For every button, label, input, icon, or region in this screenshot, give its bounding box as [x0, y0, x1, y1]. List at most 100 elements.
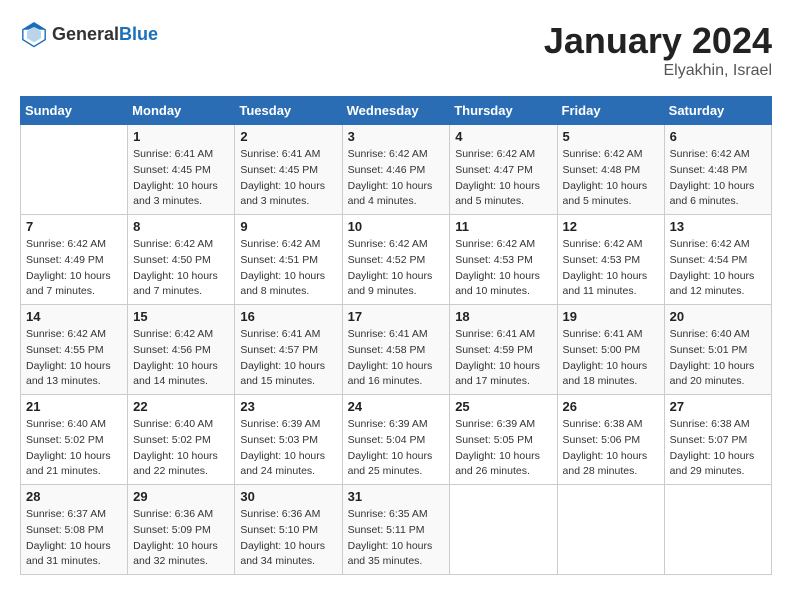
- day-number: 6: [670, 129, 766, 144]
- day-detail: Sunrise: 6:42 AMSunset: 4:56 PMDaylight:…: [133, 327, 229, 390]
- logo: GeneralBlue: [20, 20, 158, 48]
- calendar-cell: 30 Sunrise: 6:36 AMSunset: 5:10 PMDayligh…: [235, 485, 342, 575]
- weekday-header: Saturday: [664, 97, 771, 125]
- day-number: 1: [133, 129, 229, 144]
- day-number: 16: [240, 309, 336, 324]
- calendar-cell: [664, 485, 771, 575]
- calendar-cell: 1 Sunrise: 6:41 AMSunset: 4:45 PMDaylight…: [128, 125, 235, 215]
- weekday-header: Friday: [557, 97, 664, 125]
- day-detail: Sunrise: 6:41 AMSunset: 4:57 PMDaylight:…: [240, 327, 336, 390]
- day-number: 14: [26, 309, 122, 324]
- day-detail: Sunrise: 6:40 AMSunset: 5:02 PMDaylight:…: [133, 417, 229, 480]
- calendar-cell: 26 Sunrise: 6:38 AMSunset: 5:06 PMDayligh…: [557, 395, 664, 485]
- day-number: 12: [563, 219, 659, 234]
- day-detail: Sunrise: 6:36 AMSunset: 5:09 PMDaylight:…: [133, 507, 229, 570]
- day-detail: Sunrise: 6:42 AMSunset: 4:50 PMDaylight:…: [133, 237, 229, 300]
- day-number: 19: [563, 309, 659, 324]
- calendar-week-row: 14 Sunrise: 6:42 AMSunset: 4:55 PMDayligh…: [21, 305, 772, 395]
- day-detail: Sunrise: 6:42 AMSunset: 4:46 PMDaylight:…: [348, 147, 445, 210]
- calendar-cell: 31 Sunrise: 6:35 AMSunset: 5:11 PMDayligh…: [342, 485, 450, 575]
- day-number: 24: [348, 399, 445, 414]
- day-detail: Sunrise: 6:42 AMSunset: 4:47 PMDaylight:…: [455, 147, 551, 210]
- day-detail: Sunrise: 6:42 AMSunset: 4:49 PMDaylight:…: [26, 237, 122, 300]
- day-number: 5: [563, 129, 659, 144]
- day-detail: Sunrise: 6:40 AMSunset: 5:01 PMDaylight:…: [670, 327, 766, 390]
- calendar-cell: 16 Sunrise: 6:41 AMSunset: 4:57 PMDayligh…: [235, 305, 342, 395]
- calendar-cell: 22 Sunrise: 6:40 AMSunset: 5:02 PMDayligh…: [128, 395, 235, 485]
- day-detail: Sunrise: 6:41 AMSunset: 4:58 PMDaylight:…: [348, 327, 445, 390]
- calendar-cell: 12 Sunrise: 6:42 AMSunset: 4:53 PMDayligh…: [557, 215, 664, 305]
- day-detail: Sunrise: 6:41 AMSunset: 5:00 PMDaylight:…: [563, 327, 659, 390]
- day-number: 8: [133, 219, 229, 234]
- day-detail: Sunrise: 6:38 AMSunset: 5:06 PMDaylight:…: [563, 417, 659, 480]
- calendar-week-row: 28 Sunrise: 6:37 AMSunset: 5:08 PMDayligh…: [21, 485, 772, 575]
- day-detail: Sunrise: 6:42 AMSunset: 4:55 PMDaylight:…: [26, 327, 122, 390]
- calendar-cell: [21, 125, 128, 215]
- day-number: 29: [133, 489, 229, 504]
- calendar-cell: 4Sunrise: 6:42 AMSunset: 4:47 PMDaylight…: [450, 125, 557, 215]
- calendar-cell: 11 Sunrise: 6:42 AMSunset: 4:53 PMDayligh…: [450, 215, 557, 305]
- calendar-cell: 25 Sunrise: 6:39 AMSunset: 5:05 PMDayligh…: [450, 395, 557, 485]
- day-number: 2: [240, 129, 336, 144]
- weekday-header: Tuesday: [235, 97, 342, 125]
- day-detail: Sunrise: 6:42 AMSunset: 4:52 PMDaylight:…: [348, 237, 445, 300]
- logo-general: General: [52, 24, 119, 44]
- logo-text: GeneralBlue: [52, 24, 158, 45]
- day-detail: Sunrise: 6:37 AMSunset: 5:08 PMDaylight:…: [26, 507, 122, 570]
- calendar-week-row: 7 Sunrise: 6:42 AMSunset: 4:49 PMDaylight…: [21, 215, 772, 305]
- weekday-header: Monday: [128, 97, 235, 125]
- day-number: 13: [670, 219, 766, 234]
- day-number: 21: [26, 399, 122, 414]
- calendar-table: SundayMondayTuesdayWednesdayThursdayFrid…: [20, 96, 772, 575]
- day-detail: Sunrise: 6:35 AMSunset: 5:11 PMDaylight:…: [348, 507, 445, 570]
- day-detail: Sunrise: 6:42 AMSunset: 4:48 PMDaylight:…: [670, 147, 766, 210]
- calendar-cell: 24 Sunrise: 6:39 AMSunset: 5:04 PMDayligh…: [342, 395, 450, 485]
- calendar-cell: 17 Sunrise: 6:41 AMSunset: 4:58 PMDayligh…: [342, 305, 450, 395]
- day-detail: Sunrise: 6:38 AMSunset: 5:07 PMDaylight:…: [670, 417, 766, 480]
- calendar-cell: 13Sunrise: 6:42 AMSunset: 4:54 PMDayligh…: [664, 215, 771, 305]
- day-detail: Sunrise: 6:42 AMSunset: 4:53 PMDaylight:…: [563, 237, 659, 300]
- day-number: 28: [26, 489, 122, 504]
- calendar-cell: 20Sunrise: 6:40 AMSunset: 5:01 PMDayligh…: [664, 305, 771, 395]
- day-number: 18: [455, 309, 551, 324]
- day-detail: Sunrise: 6:42 AMSunset: 4:51 PMDaylight:…: [240, 237, 336, 300]
- day-number: 22: [133, 399, 229, 414]
- calendar-cell: 5Sunrise: 6:42 AMSunset: 4:48 PMDaylight…: [557, 125, 664, 215]
- day-number: 26: [563, 399, 659, 414]
- page-header: GeneralBlue January 2024 Elyakhin, Israe…: [20, 20, 772, 80]
- calendar-cell: [450, 485, 557, 575]
- day-number: 10: [348, 219, 445, 234]
- calendar-cell: 9 Sunrise: 6:42 AMSunset: 4:51 PMDaylight…: [235, 215, 342, 305]
- day-number: 31: [348, 489, 445, 504]
- calendar-location: Elyakhin, Israel: [544, 62, 772, 80]
- calendar-cell: 23Sunrise: 6:39 AMSunset: 5:03 PMDayligh…: [235, 395, 342, 485]
- calendar-cell: 15 Sunrise: 6:42 AMSunset: 4:56 PMDayligh…: [128, 305, 235, 395]
- calendar-week-row: 21 Sunrise: 6:40 AMSunset: 5:02 PMDayligh…: [21, 395, 772, 485]
- day-number: 15: [133, 309, 229, 324]
- weekday-header-row: SundayMondayTuesdayWednesdayThursdayFrid…: [21, 97, 772, 125]
- day-detail: Sunrise: 6:39 AMSunset: 5:04 PMDaylight:…: [348, 417, 445, 480]
- day-detail: Sunrise: 6:42 AMSunset: 4:53 PMDaylight:…: [455, 237, 551, 300]
- day-detail: Sunrise: 6:41 AMSunset: 4:45 PMDaylight:…: [240, 147, 336, 210]
- day-detail: Sunrise: 6:36 AMSunset: 5:10 PMDaylight:…: [240, 507, 336, 570]
- day-number: 7: [26, 219, 122, 234]
- day-number: 17: [348, 309, 445, 324]
- day-number: 11: [455, 219, 551, 234]
- logo-blue: Blue: [119, 24, 158, 44]
- calendar-cell: [557, 485, 664, 575]
- weekday-header: Sunday: [21, 97, 128, 125]
- day-number: 30: [240, 489, 336, 504]
- calendar-cell: 27 Sunrise: 6:38 AMSunset: 5:07 PMDayligh…: [664, 395, 771, 485]
- day-number: 25: [455, 399, 551, 414]
- day-number: 9: [240, 219, 336, 234]
- title-block: January 2024 Elyakhin, Israel: [544, 20, 772, 80]
- day-number: 27: [670, 399, 766, 414]
- day-detail: Sunrise: 6:39 AMSunset: 5:05 PMDaylight:…: [455, 417, 551, 480]
- calendar-cell: 21Sunrise: 6:40 AMSunset: 5:02 PMDayligh…: [21, 395, 128, 485]
- day-detail: Sunrise: 6:41 AMSunset: 4:45 PMDaylight:…: [133, 147, 229, 210]
- calendar-cell: 29 Sunrise: 6:36 AMSunset: 5:09 PMDayligh…: [128, 485, 235, 575]
- day-detail: Sunrise: 6:39 AMSunset: 5:03 PMDaylight:…: [240, 417, 336, 480]
- calendar-week-row: 1 Sunrise: 6:41 AMSunset: 4:45 PMDaylight…: [21, 125, 772, 215]
- calendar-cell: 8 Sunrise: 6:42 AMSunset: 4:50 PMDaylight…: [128, 215, 235, 305]
- day-number: 3: [348, 129, 445, 144]
